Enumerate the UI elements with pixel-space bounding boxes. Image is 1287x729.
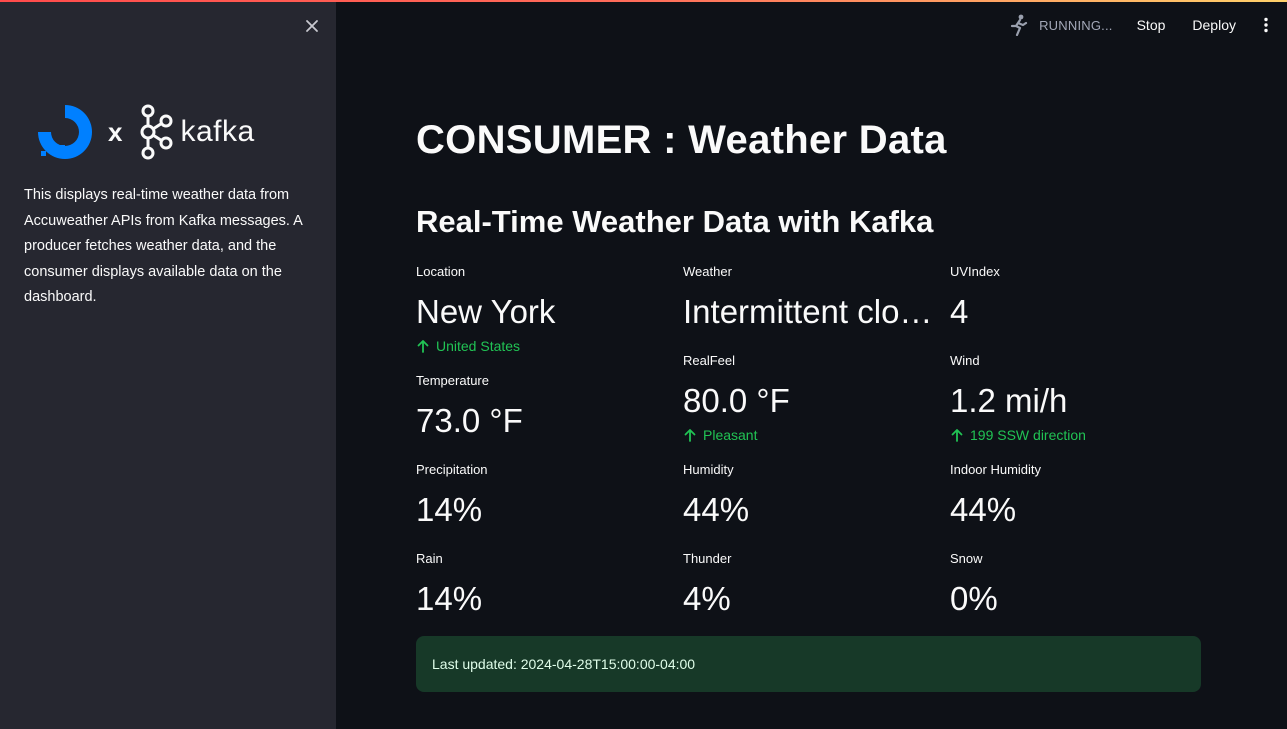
metric-delta: United States xyxy=(416,338,671,354)
last-updated-alert: Last updated: 2024-04-28T15:00:00-04:00 xyxy=(416,636,1201,692)
metric-label: UVIndex xyxy=(950,264,1000,279)
metric-label: Weather xyxy=(683,264,732,279)
metric-wind: Wind 1.2 mi/h 199 SSW direction xyxy=(950,353,1205,443)
metric-value: 80.0 °F xyxy=(683,382,790,419)
arrow-up-icon xyxy=(416,339,430,353)
metric-location: Location New York United States xyxy=(416,264,671,354)
metric-temperature: Temperature 73.0 °F xyxy=(416,373,671,441)
arrow-up-icon xyxy=(683,428,697,442)
metric-value: 44% xyxy=(950,491,1017,528)
sidebar: x kafka This displays real-time weather … xyxy=(0,0,336,729)
kebab-menu-icon xyxy=(1264,17,1268,33)
metric-value: 4% xyxy=(683,580,731,617)
metric-label: Rain xyxy=(416,551,443,566)
metric-value: 44% xyxy=(683,491,750,528)
metric-value: Intermittent clouds xyxy=(683,293,938,330)
logo-separator: x xyxy=(108,116,123,147)
app-header: RUNNING... Stop Deploy xyxy=(1009,0,1287,50)
running-man-icon xyxy=(1009,14,1029,36)
metric-label: Location xyxy=(416,264,466,279)
metric-indoor-humidity: Indoor Humidity 44% xyxy=(950,462,1205,530)
metric-label: RealFeel xyxy=(683,353,736,368)
metric-label: Precipitation xyxy=(416,462,488,477)
metric-precipitation: Precipitation 14% xyxy=(416,462,671,530)
metric-weather: Weather Intermittent clouds xyxy=(683,264,938,332)
close-sidebar-button[interactable] xyxy=(300,14,324,38)
sidebar-description: This displays real-time weather data fro… xyxy=(24,187,303,305)
metric-value: 14% xyxy=(416,491,483,528)
metric-label: Wind xyxy=(950,353,980,368)
metric-snow: Snow 0% xyxy=(950,551,1205,619)
last-updated-text: Last updated: 2024-04-28T15:00:00-04:00 xyxy=(432,656,696,672)
metric-label: Temperature xyxy=(416,373,489,388)
metric-value: 14% xyxy=(416,580,483,617)
sidebar-logo: x kafka xyxy=(34,100,255,164)
kafka-logo-text: kafka xyxy=(180,115,255,148)
metric-rain: Rain 14% xyxy=(416,551,671,619)
metric-label: Snow xyxy=(950,551,983,566)
metric-value: 1.2 mi/h xyxy=(950,382,1068,419)
metric-label: Thunder xyxy=(683,551,732,566)
running-status-text: RUNNING... xyxy=(1039,17,1113,33)
metric-delta: 199 SSW direction xyxy=(950,427,1205,443)
main-menu-button[interactable] xyxy=(1263,17,1269,33)
metric-value: New York xyxy=(416,293,556,330)
metric-value: 4 xyxy=(950,293,969,330)
metric-uvindex: UVIndex 4 xyxy=(950,264,1205,332)
arrow-up-icon xyxy=(950,428,964,442)
page-title: CONSUMER : Weather Data xyxy=(416,118,947,162)
running-status: RUNNING... xyxy=(1009,14,1113,36)
metric-value: 73.0 °F xyxy=(416,402,523,439)
metric-delta-text: Pleasant xyxy=(703,427,758,443)
metric-realfeel: RealFeel 80.0 °F Pleasant xyxy=(683,353,938,443)
deploy-button[interactable]: Deploy xyxy=(1192,17,1236,33)
metric-value: 0% xyxy=(950,580,998,617)
stop-button[interactable]: Stop xyxy=(1137,17,1166,33)
kafka-logo-icon xyxy=(140,104,173,160)
close-icon xyxy=(306,20,318,32)
metric-delta: Pleasant xyxy=(683,427,938,443)
digitalocean-logo-icon xyxy=(38,105,92,159)
section-title: Real-Time Weather Data with Kafka xyxy=(416,204,934,239)
metric-label: Humidity xyxy=(683,462,734,477)
metric-label: Indoor Humidity xyxy=(950,462,1042,477)
metric-delta-text: 199 SSW direction xyxy=(970,427,1086,443)
metric-delta-text: United States xyxy=(436,338,521,354)
top-decoration-bar xyxy=(0,0,1287,2)
metric-thunder: Thunder 4% xyxy=(683,551,938,619)
metric-humidity: Humidity 44% xyxy=(683,462,938,530)
